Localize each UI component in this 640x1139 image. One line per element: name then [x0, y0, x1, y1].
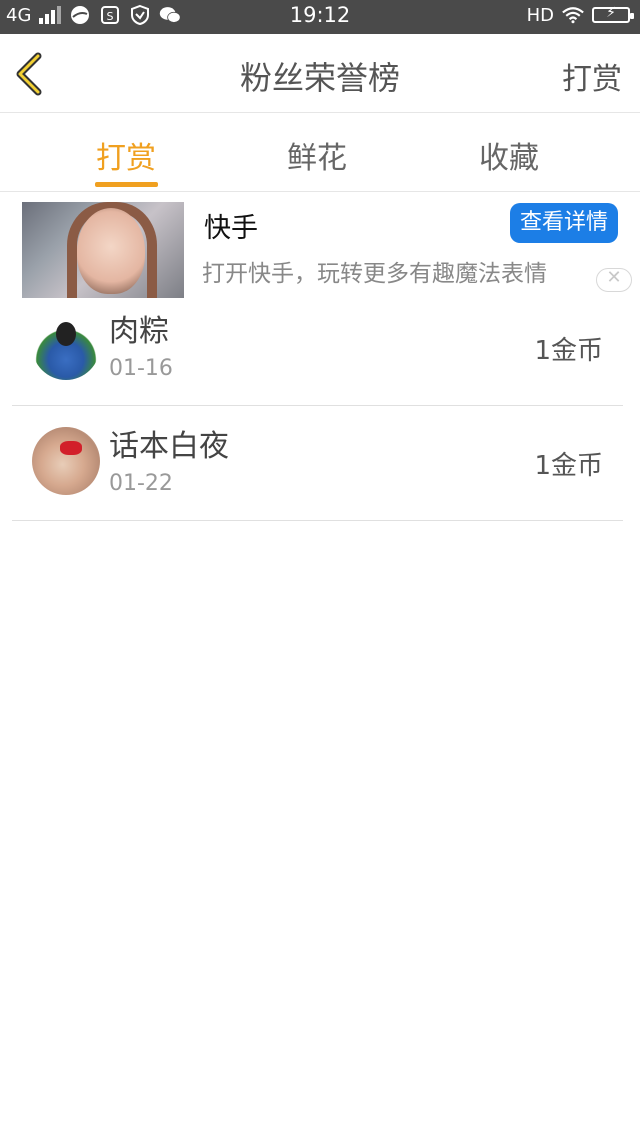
- avatar[interactable]: [32, 427, 100, 495]
- page-title: 粉丝荣誉榜: [239, 59, 400, 97]
- tab-flowers[interactable]: 鲜花: [287, 133, 347, 177]
- reward-amount: 1金币: [534, 336, 603, 366]
- ad-banner[interactable]: 快手 打开快手，玩转更多有趣魔法表情 查看详情: [0, 192, 640, 298]
- avatar[interactable]: [32, 312, 100, 380]
- reward-date: 01-16: [109, 356, 173, 381]
- hd-indicator: HD: [526, 4, 554, 26]
- close-icon: ✕: [606, 267, 622, 288]
- reward-amount: 1金币: [534, 451, 603, 481]
- reward-date: 01-22: [109, 471, 173, 496]
- reward-button[interactable]: 打赏: [562, 54, 622, 98]
- status-right: HD ⚡: [526, 4, 634, 26]
- user-name: 话本白夜: [109, 429, 229, 464]
- user-name: 肉粽: [109, 314, 169, 349]
- battery-icon: ⚡: [592, 5, 634, 23]
- tab-favorites[interactable]: 收藏: [479, 133, 539, 177]
- active-tab-indicator: [95, 182, 158, 187]
- ad-image[interactable]: [22, 202, 184, 298]
- ad-close-button[interactable]: ✕: [596, 267, 632, 292]
- ad-description: 打开快手，玩转更多有趣魔法表情: [202, 261, 547, 287]
- nav-header: 粉丝荣誉榜 打赏: [0, 34, 640, 113]
- tab-reward[interactable]: 打赏: [96, 133, 156, 177]
- ad-details-button[interactable]: 查看详情: [510, 203, 618, 243]
- wifi-icon: [562, 4, 584, 26]
- status-bar: 4G S 19:12 HD ⚡: [0, 0, 640, 34]
- tab-bar: 打赏 鲜花 收藏: [0, 113, 640, 192]
- ad-title: 快手: [204, 213, 258, 244]
- list-item[interactable]: 肉粽 01-16 1金币: [12, 290, 623, 406]
- list-item[interactable]: 话本白夜 01-22 1金币: [12, 405, 623, 521]
